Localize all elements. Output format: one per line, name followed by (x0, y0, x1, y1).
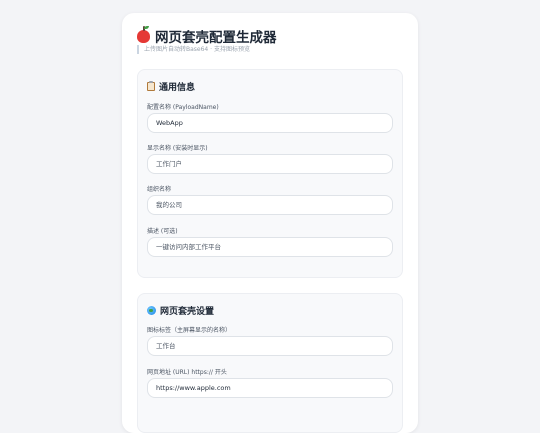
icon-label-input[interactable] (147, 336, 393, 356)
icon-label-label: 图标标签（主屏幕显示的名称） (147, 327, 232, 334)
url-input[interactable] (147, 378, 393, 398)
globe-icon (147, 305, 156, 315)
section-title: 通用信息 (159, 82, 196, 93)
payload-name-input[interactable] (147, 113, 393, 133)
payload-name-label: 配置名称 (PayloadName) (147, 104, 219, 111)
apple-icon (137, 26, 150, 43)
page-title: 网页套壳配置生成器 (155, 30, 277, 46)
section-title: 网页套壳设置 (160, 306, 215, 317)
section-webclip-header: 网页套壳设置 (147, 304, 215, 317)
description-input[interactable] (147, 237, 393, 257)
display-name-input[interactable] (147, 154, 393, 174)
clipboard-icon (147, 80, 155, 91)
section-webclip-settings: 网页套壳设置 图标标签（主屏幕显示的名称） 网页地址 (URL) https:/… (137, 293, 403, 433)
section-general-info-header: 通用信息 (147, 80, 196, 93)
page-header: 网页套壳配置生成器 (137, 26, 277, 46)
organization-input[interactable] (147, 195, 393, 215)
display-name-label: 显示名称 (安装时显示) (147, 145, 208, 152)
organization-label: 组织名称 (147, 186, 172, 193)
section-general-info: 通用信息 配置名称 (PayloadName) 显示名称 (安装时显示) 组织名… (137, 69, 403, 278)
page-subtitle: 上传图片自动转Base64 · 支持图标预览 (137, 45, 250, 54)
url-label: 网页地址 (URL) https:// 开头 (147, 369, 227, 376)
description-label: 描述 (可选) (147, 228, 178, 235)
